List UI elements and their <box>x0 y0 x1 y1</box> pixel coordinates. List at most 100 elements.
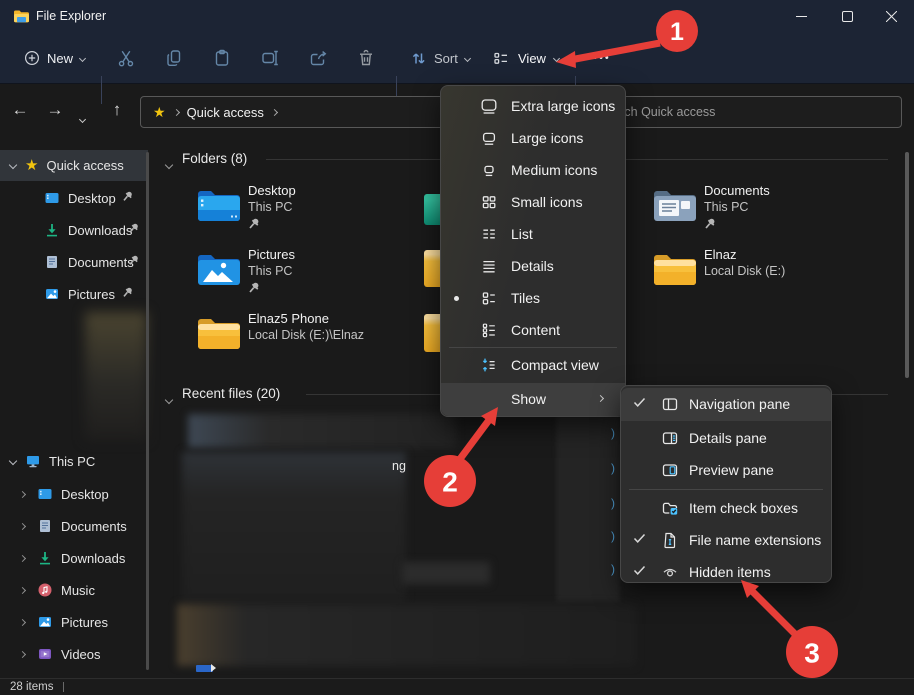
copy-button[interactable] <box>154 40 194 76</box>
sidebar-quick-access-row[interactable]: ★ Quick access <box>10 150 124 180</box>
view-button[interactable]: View <box>482 40 569 76</box>
preview-pane-icon <box>661 461 679 479</box>
submenu-item-navigation-pane[interactable]: Navigation pane <box>621 388 831 421</box>
view-menu-item-compact-view[interactable]: Compact view <box>441 349 625 381</box>
sidebar-item-pictures[interactable]: Pictures <box>44 279 115 309</box>
sidebar-item-desktop[interactable]: Desktop <box>44 183 116 213</box>
recent-locations-button[interactable] <box>80 109 85 127</box>
status-bar: 28 items <box>0 678 914 695</box>
sidebar-item-downloads[interactable]: Downloads <box>44 215 132 245</box>
sidebar-item-label: Documents <box>68 255 134 270</box>
content-icon <box>479 320 499 340</box>
folder-tile-elnaz5-phone[interactable] <box>196 314 242 352</box>
sidebar-item-pc-music[interactable]: Music <box>20 575 95 605</box>
rename-icon <box>260 48 280 68</box>
see-more-button[interactable]: ••• <box>582 40 622 76</box>
view-menu-item-tiles[interactable]: Tiles <box>441 282 625 314</box>
view-menu-item-content[interactable]: Content <box>441 314 625 346</box>
folder-tile-pictures[interactable] <box>196 250 242 288</box>
view-menu-item-large-icons[interactable]: Large icons <box>441 122 625 154</box>
checkmark-icon <box>633 565 646 576</box>
this-pc-icon <box>25 453 41 469</box>
view-menu-item-details[interactable]: Details <box>441 250 625 282</box>
redacted-file-block <box>182 452 406 602</box>
chevron-right-icon[interactable] <box>19 522 26 529</box>
delete-button[interactable] <box>346 40 386 76</box>
details-icon <box>479 256 499 276</box>
maximize-button[interactable] <box>824 0 870 32</box>
folders-section-collapse[interactable] <box>166 155 172 173</box>
view-menu-item-small-icons[interactable]: Small icons <box>441 186 625 218</box>
sidebar-scrollbar[interactable] <box>146 152 149 670</box>
cut-button[interactable] <box>106 40 146 76</box>
pin-icon <box>122 190 134 202</box>
tile-name[interactable]: Desktop <box>248 183 296 199</box>
chevron-right-icon[interactable] <box>19 554 26 561</box>
sidebar-item-pc-videos[interactable]: Videos <box>20 639 101 669</box>
chevron-down-icon[interactable] <box>9 457 17 465</box>
sidebar-item-label: Desktop <box>68 191 116 206</box>
pin-icon <box>248 281 261 294</box>
tile-location: Local Disk (E:) <box>704 263 785 279</box>
rename-button[interactable] <box>250 40 290 76</box>
submenu-item-preview-pane[interactable]: Preview pane <box>621 454 831 486</box>
chevron-right-icon[interactable] <box>19 490 26 497</box>
view-menu-item-list[interactable]: List <box>441 218 625 250</box>
view-menu-item-extra-large-icons[interactable]: Extra large icons <box>441 90 625 122</box>
paste-button[interactable] <box>202 40 242 76</box>
chevron-right-icon <box>173 108 180 115</box>
up-button[interactable]: ↑ <box>105 100 129 120</box>
tiles-icon <box>479 288 499 308</box>
content-scrollbar[interactable] <box>905 152 909 378</box>
folder-tile-elnaz[interactable] <box>652 250 698 288</box>
sidebar-item-pc-downloads[interactable]: Downloads <box>20 543 125 573</box>
view-menu-item-show[interactable]: Show <box>441 383 625 416</box>
tile-name[interactable]: Pictures <box>248 247 295 263</box>
tile-name[interactable]: Elnaz5 Phone <box>248 311 329 327</box>
chevron-down-icon[interactable] <box>9 161 17 169</box>
sidebar-item-pc-desktop[interactable]: Desktop <box>20 479 109 509</box>
checkmark-icon <box>633 397 646 408</box>
sidebar-item-this-pc[interactable]: This PC <box>10 446 95 476</box>
chevron-right-icon[interactable] <box>19 650 26 657</box>
search-input[interactable] <box>589 105 879 119</box>
more-icon: ••• <box>593 52 611 64</box>
minimize-button[interactable] <box>778 0 824 32</box>
chevron-right-icon[interactable] <box>19 586 26 593</box>
submenu-item-details-pane[interactable]: Details pane <box>621 422 831 454</box>
pin-icon <box>128 222 140 234</box>
back-button[interactable]: ← <box>8 100 32 120</box>
annotation-badge-3 <box>786 626 838 678</box>
submenu-item-hidden-items[interactable]: Hidden items <box>621 554 831 586</box>
folder-pictures-icon <box>196 250 242 288</box>
tile-name[interactable]: Documents <box>704 183 770 199</box>
sidebar-item-pc-pictures[interactable]: Pictures <box>20 607 108 637</box>
folder-tile-documents[interactable] <box>652 186 698 224</box>
tile-name[interactable]: Elnaz <box>704 247 737 263</box>
menu-item-label: Details pane <box>689 430 767 446</box>
sidebar-item-pc-documents[interactable]: Documents <box>20 511 127 541</box>
sidebar-item-documents[interactable]: Documents <box>44 247 134 277</box>
folder-tile-desktop[interactable] <box>196 186 242 224</box>
menu-item-label: Compact view <box>511 357 599 373</box>
submenu-item-item-check-boxes[interactable]: Item check boxes <box>621 492 831 524</box>
chevron-right-icon[interactable] <box>19 618 26 625</box>
new-plus-icon <box>24 50 40 66</box>
sort-button[interactable]: Sort <box>402 40 478 76</box>
sort-icon <box>410 50 427 67</box>
new-button[interactable]: New <box>14 40 95 76</box>
folders-section-header: Folders (8) <box>182 151 247 166</box>
view-menu-item-medium-icons[interactable]: Medium icons <box>441 154 625 186</box>
recent-section-collapse[interactable] <box>166 390 172 408</box>
pin-icon <box>248 217 261 230</box>
share-icon <box>308 48 328 68</box>
breadcrumb-root[interactable]: Quick access <box>187 105 264 120</box>
submenu-item-file-name-extensions[interactable]: File name extensions <box>621 524 831 556</box>
annotation-badge-2-label: 2 <box>442 467 458 498</box>
close-button[interactable] <box>868 0 914 32</box>
search-box[interactable] <box>588 96 902 128</box>
share-button[interactable] <box>298 40 338 76</box>
forward-button[interactable]: → <box>43 100 67 120</box>
desktop-icon <box>44 190 60 206</box>
paste-icon <box>212 48 232 68</box>
